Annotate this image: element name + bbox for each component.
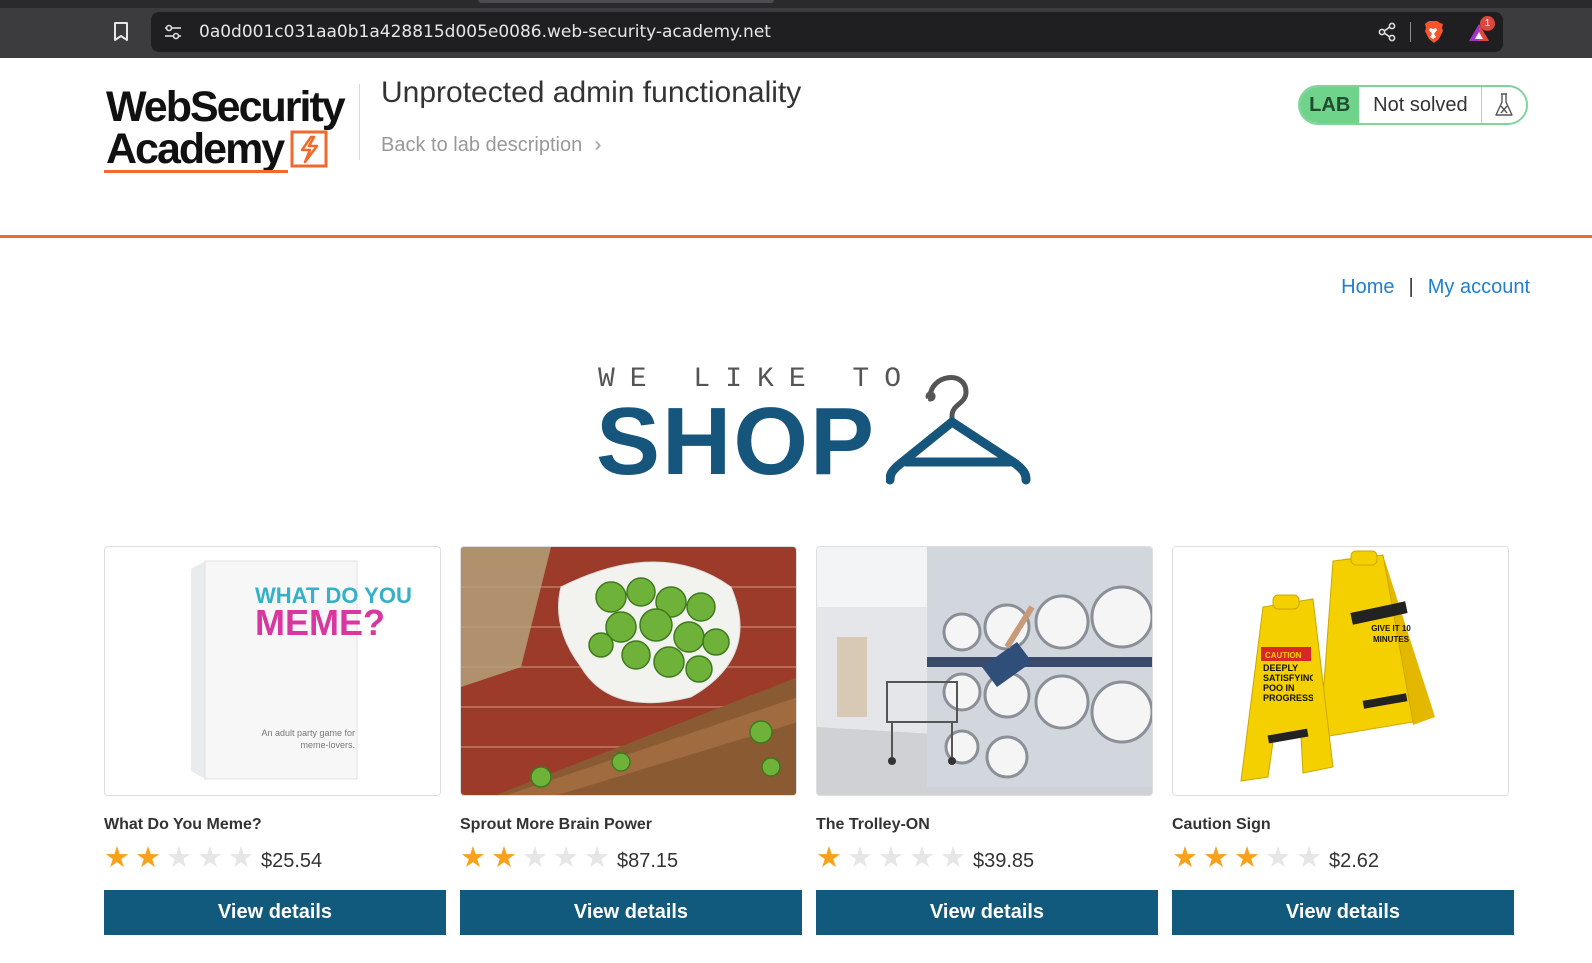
star-filled-icon: ★ [491, 842, 517, 874]
product-image[interactable] [460, 546, 797, 796]
caution-label: CAUTION [1265, 651, 1302, 660]
meme-box-line2: MEME? [255, 602, 385, 643]
bookmark-icon[interactable] [110, 20, 132, 44]
product-image[interactable]: WHAT DO YOU MEME? An adult party game fo… [104, 546, 441, 796]
hanger-icon [885, 368, 1036, 488]
rewards-badge: 1 [1480, 16, 1495, 31]
product-image[interactable]: CAUTION DEEPLY SATISFYING POO IN PROGRES… [1172, 546, 1509, 796]
product-price: $87.15 [617, 849, 679, 872]
star-empty-icon: ★ [584, 842, 610, 874]
shop-banner: WE LIKE TO SHOP [596, 360, 1036, 490]
rating-stars: ★ ★ ★ ★ ★ [1172, 842, 1327, 874]
star-empty-icon: ★ [553, 842, 579, 874]
product-card: The Trolley-ON ★ ★ ★ ★ ★ $39.85 View details [816, 546, 1158, 935]
url-divider [1410, 22, 1411, 42]
star-filled-icon: ★ [816, 842, 842, 874]
rating-stars: ★ ★ ★ ★ ★ [460, 842, 615, 874]
active-tab-indicator [478, 0, 774, 3]
meme-box-tagline: An adult party game for meme-lovers. [261, 728, 355, 750]
view-details-button[interactable]: View details [1172, 890, 1514, 935]
star-empty-icon: ★ [940, 842, 966, 874]
star-filled-icon: ★ [1234, 842, 1260, 874]
lab-title: Unprotected admin functionality [381, 76, 802, 109]
rating-stars: ★ ★ ★ ★ ★ [816, 842, 971, 874]
brave-shields-icon[interactable] [1421, 20, 1445, 44]
url-text[interactable]: 0a0d001c031aa0b1a428815d005e0086.web-sec… [199, 12, 771, 52]
second-sign-message: GIVE IT 10 MINUTES [1371, 624, 1411, 644]
view-details-button[interactable]: View details [816, 890, 1158, 935]
star-filled-icon: ★ [460, 842, 486, 874]
product-name: Sprout More Brain Power [460, 816, 653, 833]
star-empty-icon: ★ [228, 842, 254, 874]
star-filled-icon: ★ [104, 842, 130, 874]
product-card: WHAT DO YOU MEME? An adult party game fo… [104, 546, 446, 935]
product-image[interactable] [816, 546, 1153, 796]
star-empty-icon: ★ [197, 842, 223, 874]
logo-underline [104, 170, 288, 173]
lab-status-text: Not solved [1359, 87, 1483, 123]
browser-toolbar: 0a0d001c031aa0b1a428815d005e0086.web-sec… [0, 0, 1592, 58]
caution-sign-message: DEEPLY SATISFYING POO IN PROGRESS [1263, 663, 1313, 703]
flask-icon [1482, 87, 1526, 123]
star-filled-icon: ★ [1203, 842, 1229, 874]
tab-strip [0, 0, 1592, 8]
star-empty-icon: ★ [166, 842, 192, 874]
view-details-button[interactable]: View details [460, 890, 802, 935]
star-empty-icon: ★ [1296, 842, 1322, 874]
web-security-academy-logo[interactable]: WebSecurity Academy [104, 80, 354, 190]
lab-badge: LAB [1300, 87, 1360, 123]
logo-line1: WebSecurity [106, 83, 346, 131]
top-nav: Home | My account [1341, 276, 1530, 299]
product-rating: ★ ★ ★ ★ ★ $39.85 [816, 842, 1158, 874]
rating-stars: ★ ★ ★ ★ ★ [104, 842, 259, 874]
logo-line2: Academy [106, 125, 285, 173]
product-card: Sprout More Brain Power ★ ★ ★ ★ ★ $87.15 Vie… [460, 546, 802, 935]
lab-header: WebSecurity Academy Unprotected admin fu… [0, 58, 1592, 238]
double-chevron-right-icon: ›› [594, 134, 603, 156]
product-rating: ★ ★ ★ ★ ★ $2.62 [1172, 842, 1514, 874]
nav-my-account-link[interactable]: My account [1428, 276, 1530, 299]
product-rating: ★ ★ ★ ★ ★ $25.54 [104, 842, 446, 874]
product-name: Caution Sign [1172, 816, 1271, 833]
header-divider [359, 84, 360, 160]
nav-separator: | [1408, 276, 1414, 298]
product-name: What Do You Meme? [104, 816, 262, 833]
star-filled-icon: ★ [1172, 842, 1198, 874]
back-link-label: Back to lab description [381, 134, 583, 156]
address-bar[interactable]: 0a0d001c031aa0b1a428815d005e0086.web-sec… [151, 12, 1503, 52]
view-details-button[interactable]: View details [104, 890, 446, 935]
back-to-lab-description-link[interactable]: Back to lab description ›› [381, 134, 604, 157]
site-settings-icon[interactable] [163, 22, 183, 42]
product-price: $25.54 [261, 849, 323, 872]
share-icon[interactable] [1376, 21, 1398, 43]
product-rating: ★ ★ ★ ★ ★ $87.15 [460, 842, 802, 874]
product-grid: WHAT DO YOU MEME? An adult party game fo… [104, 546, 1530, 946]
logo-bolt-icon [286, 128, 332, 170]
product-card: CAUTION DEEPLY SATISFYING POO IN PROGRES… [1172, 546, 1514, 935]
lab-status-widget: LAB Not solved [1298, 85, 1528, 125]
nav-home-link[interactable]: Home [1341, 276, 1394, 299]
star-empty-icon: ★ [909, 842, 935, 874]
star-empty-icon: ★ [847, 842, 873, 874]
star-empty-icon: ★ [1265, 842, 1291, 874]
banner-shop-text: SHOP [596, 388, 877, 495]
product-price: $2.62 [1329, 849, 1380, 872]
star-empty-icon: ★ [878, 842, 904, 874]
star-empty-icon: ★ [522, 842, 548, 874]
star-filled-icon: ★ [135, 842, 161, 874]
product-price: $39.85 [973, 849, 1035, 872]
product-name: The Trolley-ON [816, 816, 930, 833]
